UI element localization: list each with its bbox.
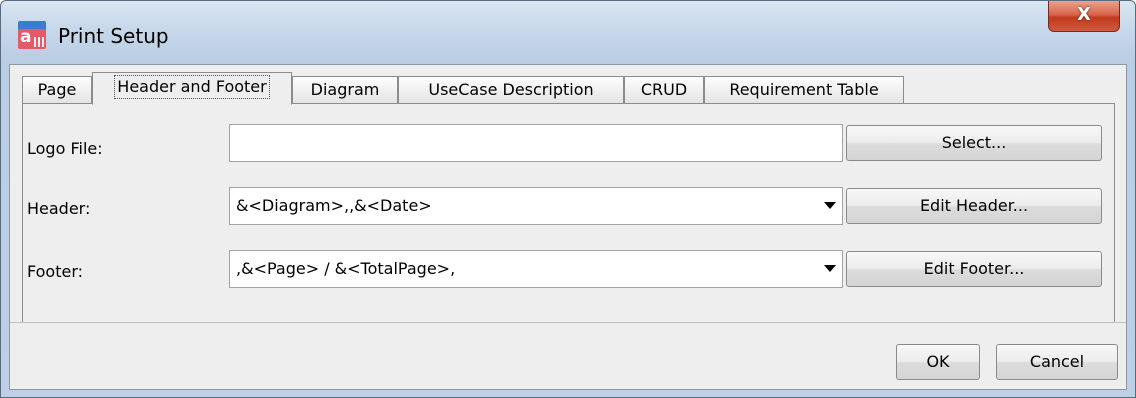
tab-usecase-description[interactable]: UseCase Description xyxy=(398,76,624,104)
close-button[interactable]: X xyxy=(1048,1,1120,32)
edit-header-button[interactable]: Edit Header... xyxy=(846,188,1102,224)
logo-file-field[interactable] xyxy=(229,124,843,162)
ok-button[interactable]: OK xyxy=(896,344,980,380)
cancel-button[interactable]: Cancel xyxy=(996,344,1118,380)
header-combo[interactable]: &<Diagram>,,&<Date> xyxy=(229,187,843,225)
footer-combo[interactable]: ,&<Page> / &<TotalPage>, xyxy=(229,250,843,288)
tab-crud[interactable]: CRUD xyxy=(624,76,704,104)
tab-page[interactable]: Page xyxy=(22,76,92,104)
app-icon: a xyxy=(18,21,46,49)
print-setup-window: a Print Setup X Page Header and Footer D… xyxy=(0,0,1136,398)
tab-header-and-footer[interactable]: Header and Footer xyxy=(92,72,292,105)
divider xyxy=(10,322,1126,323)
tab-diagram[interactable]: Diagram xyxy=(292,76,398,104)
header-value: &<Diagram>,,&<Date> xyxy=(236,196,432,215)
edit-footer-button[interactable]: Edit Footer... xyxy=(846,251,1102,287)
select-logo-button[interactable]: Select... xyxy=(846,125,1102,161)
chevron-down-icon[interactable] xyxy=(824,202,836,209)
title-bar[interactable]: a Print Setup X xyxy=(1,1,1135,65)
close-icon: X xyxy=(1077,4,1091,25)
footer-value: ,&<Page> / &<TotalPage>, xyxy=(236,259,456,278)
header-label: Header: xyxy=(27,199,91,218)
dialog-body: Page Header and Footer Diagram UseCase D… xyxy=(9,64,1127,390)
header-footer-panel: Logo File: Select... Header: &<Diagram>,… xyxy=(22,103,1115,323)
logo-file-label: Logo File: xyxy=(27,139,103,158)
footer-label: Footer: xyxy=(27,262,84,281)
chevron-down-icon[interactable] xyxy=(824,265,836,272)
window-title: Print Setup xyxy=(58,24,169,48)
tab-requirement-table[interactable]: Requirement Table xyxy=(704,76,904,104)
